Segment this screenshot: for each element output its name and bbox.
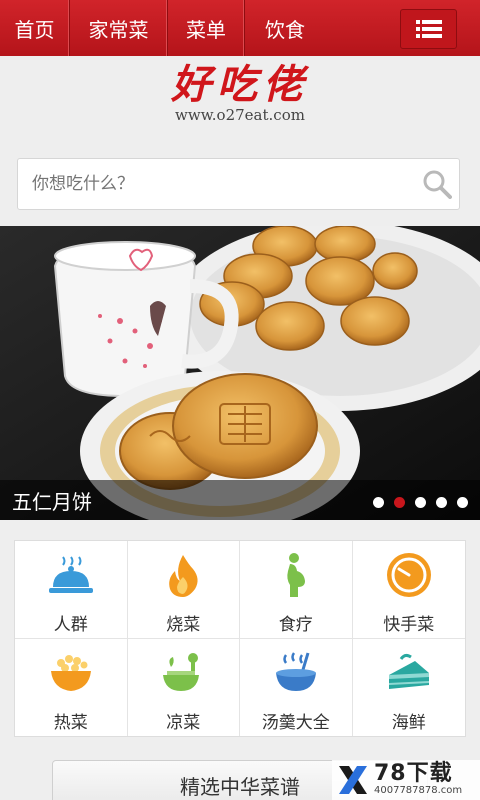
category-braised[interactable]: 烧菜	[127, 541, 240, 639]
carousel-indicator	[373, 497, 468, 508]
menu-button[interactable]	[400, 9, 457, 49]
watermark: 78下载 4007787878.com	[332, 760, 480, 800]
category-label: 海鲜	[391, 712, 426, 733]
soup-pot-icon	[272, 649, 320, 697]
carousel-dot[interactable]	[373, 497, 384, 508]
salad-bowl-icon	[159, 649, 207, 697]
watermark-url: 4007787878.com	[374, 785, 463, 796]
search-bar	[17, 158, 460, 210]
category-grid: 人群 烧菜 食疗 快手菜 热菜 凉菜 汤羹大全 海鲜	[14, 540, 466, 737]
category-hot-dish[interactable]: 热菜	[15, 638, 128, 736]
category-label: 人群	[53, 615, 88, 635]
category-soup[interactable]: 汤羹大全	[240, 638, 353, 736]
nav-item-home[interactable]: 首页	[0, 0, 70, 56]
search-icon	[423, 170, 452, 199]
carousel-dot-active[interactable]	[394, 497, 405, 508]
pregnant-woman-icon	[272, 551, 320, 599]
category-label: 烧菜	[166, 615, 201, 635]
nav-item-diet[interactable]: 饮食	[245, 0, 325, 56]
category-label: 汤羹大全	[261, 712, 330, 733]
search-input[interactable]	[32, 174, 415, 194]
search-button[interactable]	[415, 162, 459, 206]
category-therapy[interactable]: 食疗	[240, 541, 353, 639]
hot-bowl-icon	[47, 649, 95, 697]
cloche-icon	[47, 551, 95, 599]
category-label: 食疗	[278, 615, 313, 635]
top-nav: 首页 家常菜 菜单 饮食	[0, 0, 480, 56]
list-menu-icon	[415, 20, 442, 38]
carousel-dot[interactable]	[457, 497, 468, 508]
clock-icon	[385, 551, 433, 599]
category-seafood[interactable]: 海鲜	[353, 639, 466, 737]
logo-title: 好吃佬	[171, 61, 309, 108]
x-logo-icon	[339, 766, 367, 794]
mooncake-photo	[0, 226, 480, 520]
nav-item-home-cooking[interactable]: 家常菜	[70, 0, 168, 56]
site-logo[interactable]: 好吃佬 www.o27eat.com	[0, 61, 480, 125]
category-crowd[interactable]: 人群	[15, 541, 128, 639]
carousel-dot[interactable]	[415, 497, 426, 508]
flame-icon	[159, 551, 207, 599]
cake-slice-icon	[385, 649, 433, 697]
carousel-dot[interactable]	[436, 497, 447, 508]
nav-item-menu[interactable]: 菜单	[168, 0, 245, 56]
category-quick[interactable]: 快手菜	[352, 541, 465, 639]
banner-caption-text: 五仁月饼	[12, 489, 92, 514]
category-label: 热菜	[53, 712, 88, 733]
watermark-brand: 78下载	[374, 761, 453, 786]
banner-carousel[interactable]: 五仁月饼	[0, 226, 480, 520]
category-label: 快手菜	[383, 615, 435, 635]
logo-url: www.o27eat.com	[175, 106, 305, 124]
category-cold-dish[interactable]: 凉菜	[128, 638, 240, 736]
category-label: 凉菜	[166, 712, 201, 733]
